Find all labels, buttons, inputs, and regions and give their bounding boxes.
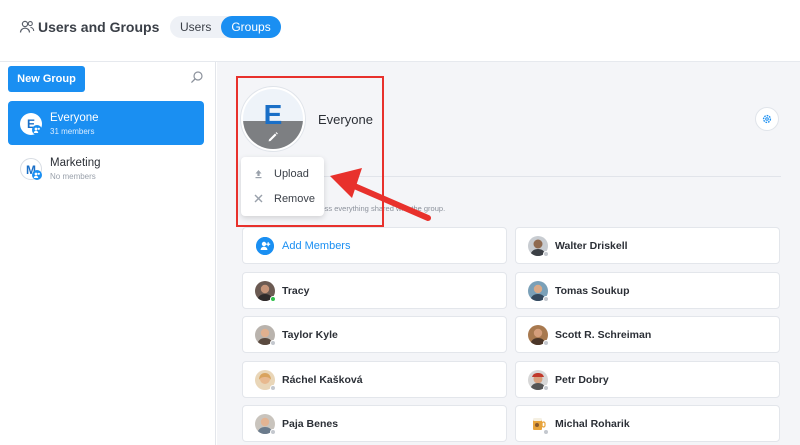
member-card[interactable]: Tomas Soukup: [515, 272, 780, 309]
member-card[interactable]: Walter Driskell: [515, 227, 780, 264]
status-indicator: [543, 296, 549, 302]
sidebar-item-everyone[interactable]: E Everyone 31 members: [8, 101, 204, 145]
member-name: Tomas Soukup: [555, 285, 630, 297]
sidebar: New Group E Everyone 31 members M Market…: [0, 62, 216, 445]
status-indicator: [543, 340, 549, 346]
group-member-count: 31 members: [50, 127, 95, 136]
member-name: Paja Benes: [282, 418, 339, 430]
member-name: Ráchel Kašková: [282, 374, 363, 386]
new-group-button[interactable]: New Group: [8, 66, 85, 92]
group-badge-icon: [32, 125, 42, 135]
member-card[interactable]: Tracy: [242, 272, 507, 309]
search-icon[interactable]: [190, 70, 204, 84]
member-name: Michal Roharik: [555, 418, 630, 430]
member-card[interactable]: Michal Roharik: [515, 405, 780, 442]
member-card[interactable]: Paja Benes: [242, 405, 507, 442]
status-indicator: [270, 340, 276, 346]
member-name: Scott R. Schreiman: [555, 329, 652, 341]
group-badge-icon: [32, 170, 42, 180]
header: Users and Groups Users Groups: [0, 0, 800, 62]
member-name: Walter Driskell: [555, 240, 628, 252]
add-members-button[interactable]: Add Members: [242, 227, 507, 264]
highlight-box: [236, 76, 384, 227]
add-user-icon: [256, 237, 274, 255]
status-indicator: [543, 429, 549, 435]
member-card[interactable]: Scott R. Schreiman: [515, 316, 780, 353]
member-card[interactable]: Taylor Kyle: [242, 316, 507, 353]
group-name: Marketing: [50, 157, 101, 169]
tab-users[interactable]: Users: [170, 16, 221, 38]
group-settings-button[interactable]: [755, 107, 779, 131]
group-name: Everyone: [50, 112, 99, 124]
member-card[interactable]: Ráchel Kašková: [242, 361, 507, 398]
tab-groups[interactable]: Groups: [221, 16, 281, 38]
member-name: Taylor Kyle: [282, 329, 338, 341]
status-indicator: [270, 429, 276, 435]
member-name: Petr Dobry: [555, 374, 609, 386]
users-group-icon: [19, 20, 35, 33]
page-title: Users and Groups: [38, 19, 160, 35]
sidebar-item-marketing[interactable]: M Marketing No members: [8, 146, 204, 190]
member-name: Tracy: [282, 285, 310, 297]
status-indicator: [270, 296, 276, 302]
member-card[interactable]: Petr Dobry: [515, 361, 780, 398]
tab-bar: Users Groups: [170, 16, 281, 38]
gear-icon: [762, 114, 772, 124]
status-indicator: [543, 251, 549, 257]
add-members-label: Add Members: [282, 240, 351, 252]
status-indicator: [543, 385, 549, 391]
status-indicator: [270, 385, 276, 391]
group-member-count: No members: [50, 172, 96, 181]
